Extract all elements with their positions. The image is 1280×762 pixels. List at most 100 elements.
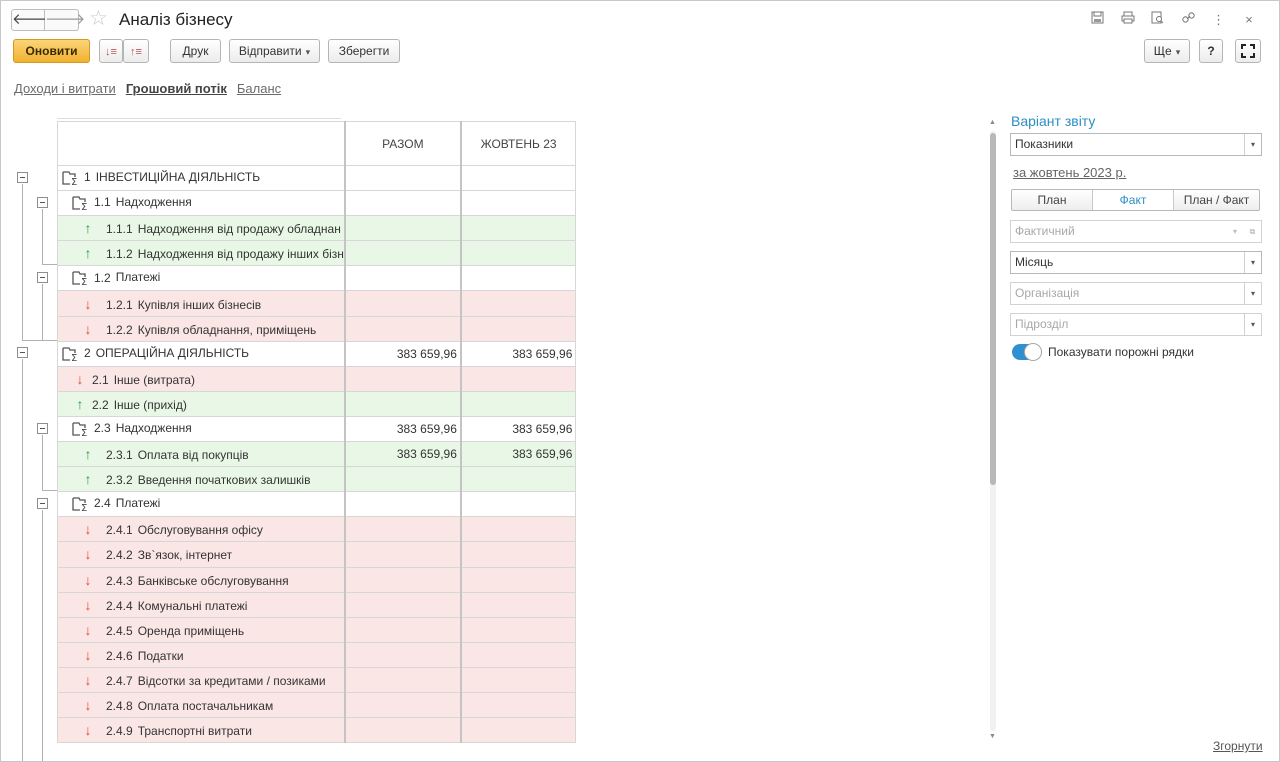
table-row[interactable]: ↓ 2.4.4 Комунальні платежі [56,591,577,618]
collapse-toggle-icon[interactable] [37,196,48,208]
collapse-toggle-icon[interactable] [37,422,48,434]
row-total-cell[interactable] [343,541,462,568]
back-button[interactable]: 🡐 [11,9,52,31]
row-total-cell[interactable] [343,265,462,292]
row-total-cell[interactable] [343,516,462,543]
table-row[interactable]: ↑ 1.1.1 Надходження від продажу обладнан [56,215,577,242]
table-row[interactable]: ↓ 2.4.8 Оплата постачальникам [56,691,577,719]
table-row[interactable]: ↑ 1.1.2 Надходження від продажу інших бізн [56,240,577,267]
close-icon[interactable]: × [1239,12,1259,27]
row-total-cell[interactable] [343,240,462,267]
row-name-cell[interactable]: ↓ 2.1 Інше (витрата) [56,365,346,392]
collapse-toggle-icon[interactable] [17,171,28,183]
show-empty-rows-toggle[interactable] [1012,343,1042,361]
forward-button[interactable]: 🡒 [45,9,85,31]
row-name-cell[interactable]: ↑ 2.3.2 Введення початкових залишків [56,466,346,493]
table-row[interactable]: ↓ 2.4.6 Податки [56,641,577,668]
tab-0[interactable]: Доходи і витрати [14,81,116,96]
refresh-button[interactable]: Оновити [13,39,90,63]
row-total-cell[interactable] [343,666,462,693]
row-october-cell[interactable] [459,541,577,568]
row-october-cell[interactable]: 383 659,96 [459,340,577,367]
table-row[interactable]: ↓ 2.4.7 Відсотки за кредитами / позиками [56,666,577,693]
row-total-cell[interactable] [343,164,462,192]
row-name-cell[interactable]: ↓ 1.2.2 Купівля обладнання, приміщень [56,315,346,342]
row-total-cell[interactable] [343,315,462,342]
row-total-cell[interactable] [343,616,462,643]
more-button[interactable]: Ще ▾ [1144,39,1190,63]
row-october-cell[interactable] [459,717,577,744]
row-total-cell[interactable] [343,566,462,593]
sort-descending-button[interactable]: ↑≡ [123,39,149,63]
row-october-cell[interactable] [459,240,577,267]
row-name-cell[interactable]: ↓ 2.4.7 Відсотки за кредитами / позиками [56,666,346,693]
scenario-field[interactable]: Фактичний ▾ ⧉ [1010,220,1262,243]
chevron-down-icon[interactable]: ▾ [1244,252,1261,273]
table-row[interactable]: Σ 1.1 Надходження [56,190,577,217]
row-total-cell[interactable] [343,717,462,744]
row-name-cell[interactable]: ↑ 1.1.2 Надходження від продажу інших бізн [56,240,346,267]
fullscreen-button[interactable] [1235,39,1261,63]
preview-icon[interactable] [1148,11,1168,27]
row-name-cell[interactable]: ↓ 2.4.3 Банківське обслуговування [56,566,346,593]
row-october-cell[interactable] [459,491,577,518]
more-icon[interactable]: ⋮ [1209,12,1229,28]
row-total-cell[interactable] [343,466,462,493]
row-total-cell[interactable] [343,290,462,317]
table-row[interactable]: ↓ 2.4.3 Банківське обслуговування [56,566,577,593]
print-button[interactable]: Друк [170,39,221,63]
row-total-cell[interactable]: 383 659,96 [343,340,462,367]
row-name-cell[interactable]: ↓ 2.4.2 Зв`язок, інтернет [56,541,346,568]
organization-select[interactable]: Організація ▾ [1010,282,1262,305]
row-total-cell[interactable] [343,215,462,242]
scrollbar-thumb[interactable] [990,133,996,485]
row-total-cell[interactable] [343,641,462,668]
table-row[interactable]: Σ 2.3 Надходження 383 659,96 383 659,96 [56,415,577,443]
row-october-cell[interactable] [459,591,577,618]
row-name-cell[interactable]: ↓ 2.4.9 Транспортні витрати [56,717,346,744]
row-october-cell[interactable] [459,691,577,719]
row-name-cell[interactable]: ↓ 2.4.4 Комунальні платежі [56,591,346,618]
periodicity-select[interactable]: Місяць ▾ [1010,251,1262,274]
row-total-cell[interactable]: 383 659,96 [343,441,462,468]
row-october-cell[interactable] [459,164,577,192]
row-october-cell[interactable] [459,641,577,668]
chevron-down-icon[interactable]: ▾ [1244,134,1261,155]
row-name-cell[interactable]: Σ 2 ОПЕРАЦІЙНА ДІЯЛЬНІСТЬ [56,340,346,367]
period-link[interactable]: за жовтень 2023 р. [1013,165,1126,180]
row-name-cell[interactable]: ↑ 2.3.1 Оплата від покупців [56,441,346,468]
favorite-star-icon[interactable]: ☆ [89,6,108,31]
chevron-down-icon[interactable]: ▾ [1244,314,1261,335]
row-name-cell[interactable]: ↓ 2.4.8 Оплата постачальникам [56,691,346,719]
row-name-cell[interactable]: ↑ 1.1.1 Надходження від продажу обладнан [56,215,346,242]
mode-plan-fact-button[interactable]: План / Факт [1174,190,1259,210]
collapse-toggle-icon[interactable] [17,347,28,359]
row-name-cell[interactable]: ↓ 1.2.1 Купівля інших бізнесів [56,290,346,317]
row-october-cell[interactable] [459,215,577,242]
table-row[interactable]: ↓ 2.4.9 Транспортні витрати [56,717,577,744]
mode-plan-button[interactable]: План [1012,190,1092,210]
report-variant-select[interactable]: Показники ▾ [1010,133,1262,156]
row-total-cell[interactable] [343,190,462,217]
row-total-cell[interactable] [343,591,462,618]
row-october-cell[interactable] [459,265,577,292]
tab-2[interactable]: Баланс [237,81,281,96]
sort-ascending-button[interactable]: ↓≡ [99,39,123,63]
department-select[interactable]: Підрозділ ▾ [1010,313,1262,336]
row-name-cell[interactable]: Σ 1 ІНВЕСТИЦІЙНА ДІЯЛЬНІСТЬ [56,164,346,192]
collapse-toggle-icon[interactable] [37,271,48,283]
table-row[interactable]: ↓ 2.4.1 Обслуговування офісу [56,516,577,543]
row-name-cell[interactable]: Σ 1.2 Платежі [56,265,346,292]
row-name-cell[interactable]: Σ 2.3 Надходження [56,415,346,443]
row-october-cell[interactable] [459,290,577,317]
row-name-cell[interactable]: Σ 1.1 Надходження [56,190,346,217]
row-october-cell[interactable] [459,390,577,417]
table-row[interactable]: ↓ 1.2.2 Купівля обладнання, приміщень [56,315,577,342]
report-scrollbar[interactable]: ▲ ▼ [989,119,997,741]
row-october-cell[interactable] [459,516,577,543]
table-row[interactable]: ↑ 2.3.2 Введення початкових залишків [56,466,577,493]
row-october-cell[interactable] [459,466,577,493]
send-button[interactable]: Відправити ▾ [229,39,320,63]
row-october-cell[interactable] [459,190,577,217]
table-row[interactable]: ↓ 2.4.2 Зв`язок, інтернет [56,541,577,568]
